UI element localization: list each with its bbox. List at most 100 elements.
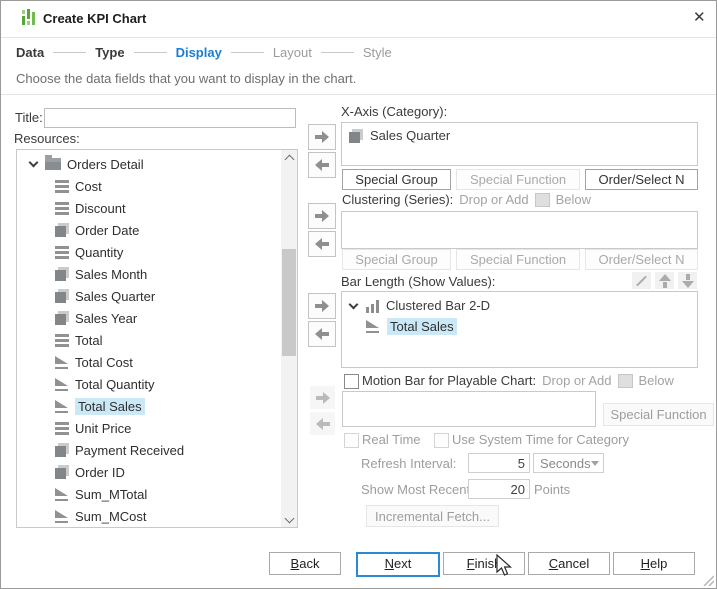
tree-item[interactable]: Discount: [17, 197, 280, 219]
scroll-up-icon[interactable]: [281, 150, 297, 165]
step-style[interactable]: Style: [363, 45, 392, 60]
resources-tree: Orders Detail Cost Discount Order Date Q…: [16, 149, 298, 528]
dimension-icon: [55, 443, 69, 457]
tree-item[interactable]: Order Date: [17, 219, 280, 241]
cancel-button[interactable]: Cancel: [528, 552, 610, 575]
arrow-right-icon: [314, 299, 330, 313]
bar-length-box[interactable]: Clustered Bar 2-D Total Sales: [341, 291, 698, 368]
step-connector: [133, 52, 167, 53]
tree-item[interactable]: Unit Price: [17, 417, 280, 439]
title-input[interactable]: [44, 108, 296, 128]
back-button[interactable]: Back: [269, 552, 341, 575]
tree-item[interactable]: Total: [17, 329, 280, 351]
refresh-interval-input[interactable]: [468, 453, 530, 473]
xaxis-special-group-button[interactable]: Special Group: [342, 169, 451, 190]
measure-icon: [55, 333, 69, 347]
step-data[interactable]: Data: [16, 45, 44, 60]
step-connector: [230, 52, 264, 53]
tree-item[interactable]: Sales Year: [17, 307, 280, 329]
real-time-checkbox[interactable]: [344, 433, 359, 448]
clustering-special-group-button[interactable]: Special Group: [342, 249, 451, 270]
motion-bar-checkbox[interactable]: [344, 374, 359, 389]
xaxis-field-item[interactable]: Sales Quarter: [342, 123, 697, 143]
tree-item[interactable]: Payment Received: [17, 439, 280, 461]
remove-from-clustering-button[interactable]: [308, 231, 336, 257]
tree-scrollbar[interactable]: [281, 150, 297, 527]
add-field-icon[interactable]: [617, 373, 633, 388]
show-most-recent-input[interactable]: [468, 479, 530, 499]
motion-special-function-button[interactable]: Special Function: [603, 403, 714, 426]
next-button[interactable]: Next: [356, 552, 440, 577]
xaxis-order-select-button[interactable]: Order/Select N: [585, 169, 698, 190]
move-to-xaxis-button[interactable]: [308, 124, 336, 150]
motion-bar-label: Motion Bar for Playable Chart:: [362, 373, 537, 388]
help-button[interactable]: Help: [613, 552, 695, 575]
tree-node-orders-detail[interactable]: Orders Detail: [17, 153, 280, 175]
scrollbar-thumb[interactable]: [282, 249, 296, 356]
move-up-icon[interactable]: [655, 272, 674, 289]
title-label: Title:: [15, 110, 43, 125]
finish-button[interactable]: Finish: [443, 552, 525, 575]
move-down-icon[interactable]: [678, 272, 697, 289]
resize-grip-icon[interactable]: [701, 573, 714, 586]
tree-item[interactable]: Quantity: [17, 241, 280, 263]
tree-item[interactable]: Cost: [17, 175, 280, 197]
bar-length-item-row[interactable]: Total Sales: [342, 313, 697, 335]
edit-icon[interactable]: [632, 272, 651, 289]
incremental-fetch-button[interactable]: Incremental Fetch...: [366, 505, 499, 527]
step-description: Choose the data fields that you want to …: [16, 71, 357, 86]
chevron-down-icon[interactable]: [349, 301, 359, 311]
move-to-clustering-button[interactable]: [308, 203, 336, 229]
close-icon[interactable]: ✕: [693, 8, 706, 26]
resources-label: Resources:: [14, 131, 80, 146]
scroll-down-icon[interactable]: [281, 512, 297, 527]
measure-icon: [55, 245, 69, 259]
step-layout[interactable]: Layout: [273, 45, 312, 60]
tree-item[interactable]: Sales Month: [17, 263, 280, 285]
xaxis-special-function-button[interactable]: Special Function: [456, 169, 580, 190]
tree-item-selected[interactable]: Total Sales: [17, 395, 280, 417]
step-type[interactable]: Type: [95, 45, 124, 60]
arrow-left-icon: [314, 237, 330, 251]
tree-item[interactable]: Sum_MTotal: [17, 483, 280, 505]
dimension-icon: [55, 223, 69, 237]
tree-item[interactable]: Sales Quarter: [17, 285, 280, 307]
clustering-field-box[interactable]: [341, 211, 698, 249]
use-system-time-label: Use System Time for Category: [452, 432, 629, 447]
show-most-recent-label: Show Most Recent:: [361, 482, 474, 497]
wizard-steps: Data Type Display Layout Style: [16, 45, 392, 60]
aggregation-icon: [366, 320, 380, 333]
create-kpi-chart-dialog: Create KPI Chart ✕ Data Type Display Lay…: [0, 0, 717, 589]
aggregation-icon: [55, 377, 69, 391]
measure-icon: [55, 201, 69, 215]
clustering-drop-hint: Drop or Add: [459, 192, 529, 207]
remove-from-motion-button[interactable]: [310, 412, 335, 435]
step-connector: [53, 52, 87, 53]
move-to-motion-button[interactable]: [310, 386, 335, 409]
dialog-title: Create KPI Chart: [43, 11, 147, 26]
folder-icon: [45, 155, 61, 170]
xaxis-field-box[interactable]: Sales Quarter: [341, 122, 698, 166]
arrow-right-icon: [314, 209, 330, 223]
tree-item[interactable]: Total Quantity: [17, 373, 280, 395]
kpi-chart-logo-icon: [22, 9, 35, 25]
add-field-icon[interactable]: [534, 192, 550, 207]
tree-item[interactable]: Order ID: [17, 461, 280, 483]
tree-item[interactable]: Sum_MCost: [17, 505, 280, 527]
tree-item[interactable]: Total Cost: [17, 351, 280, 373]
arrow-left-icon: [314, 327, 330, 341]
motion-field-box[interactable]: [342, 391, 596, 427]
remove-from-xaxis-button[interactable]: [308, 152, 336, 178]
use-system-time-checkbox[interactable]: [434, 433, 449, 448]
motion-header: Motion Bar for Playable Chart: Drop or A…: [362, 373, 674, 388]
step-display[interactable]: Display: [176, 45, 222, 60]
bar-length-label: Bar Length (Show Values):: [341, 274, 496, 289]
move-to-barlength-button[interactable]: [308, 293, 336, 319]
chevron-down-icon[interactable]: [29, 159, 39, 169]
clustering-order-select-button[interactable]: Order/Select N: [585, 249, 698, 270]
refresh-unit-dropdown[interactable]: Seconds: [533, 453, 604, 473]
clustering-special-function-button[interactable]: Special Function: [456, 249, 580, 270]
arrow-right-icon: [314, 130, 330, 144]
remove-from-barlength-button[interactable]: [308, 321, 336, 347]
bar-length-group-row[interactable]: Clustered Bar 2-D: [342, 292, 697, 313]
